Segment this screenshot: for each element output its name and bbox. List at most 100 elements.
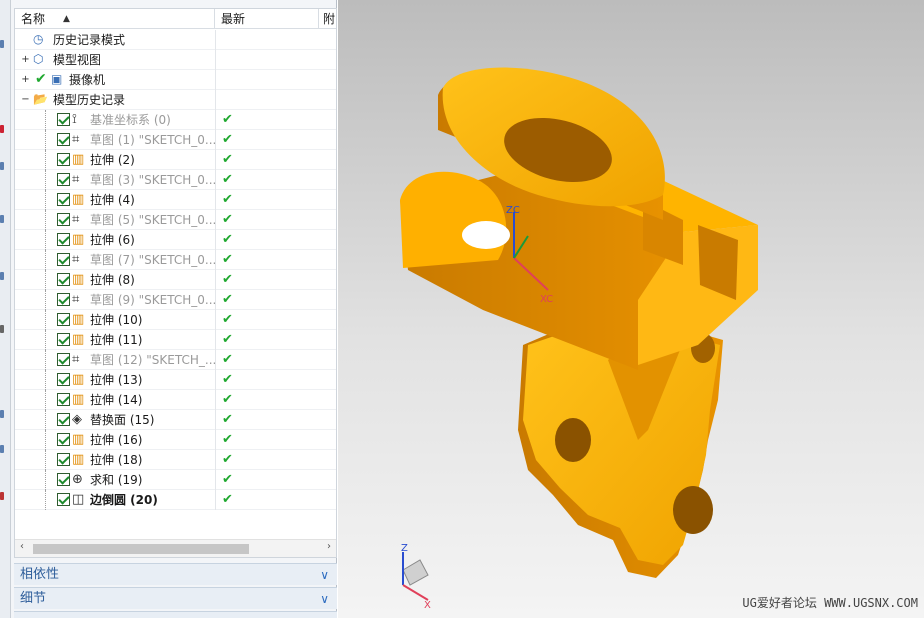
folder-open-icon: 📂 — [33, 92, 48, 106]
resource-tab-marker[interactable] — [0, 40, 4, 48]
clock-icon: ◷ — [33, 32, 44, 46]
column-divider — [215, 50, 216, 70]
sketch-icon: ⌗ — [72, 212, 80, 227]
resource-tab-marker[interactable] — [0, 410, 4, 418]
edge-blend-icon: ◫ — [72, 492, 85, 507]
forum-watermark: UG爱好者论坛 WWW.UGSNX.COM — [742, 596, 918, 610]
dependencies-panel-header[interactable]: 相依性 ∨ — [14, 563, 337, 585]
tree-node[interactable]: + ⬡ 模型视图 — [15, 50, 336, 70]
feature-visibility-checkbox[interactable] — [57, 373, 70, 386]
column-divider — [215, 430, 216, 450]
feature-visibility-checkbox[interactable] — [57, 493, 70, 506]
extrude-icon: ▥ — [72, 432, 85, 447]
sketch-icon: ⌗ — [72, 172, 80, 187]
feature-row[interactable]: ▥ 拉伸 (8) ✔ — [15, 270, 336, 290]
expand-icon[interactable]: + — [21, 55, 30, 65]
column-latest-header[interactable]: 最新 — [215, 9, 319, 29]
feature-visibility-checkbox[interactable] — [57, 293, 70, 306]
tree-node-label: 拉伸 (6) — [90, 233, 135, 247]
feature-row[interactable]: ⊕ 求和 (19) ✔ — [15, 470, 336, 490]
column-divider — [215, 270, 216, 290]
feature-row[interactable]: ⌗ 草图 (7) "SKETCH_0... ✔ — [15, 250, 336, 270]
up-to-date-check-icon: ✔ — [222, 112, 233, 127]
feature-row[interactable]: ⌗ 草图 (9) "SKETCH_0... ✔ — [15, 290, 336, 310]
up-to-date-check-icon: ✔ — [222, 312, 233, 327]
graphics-viewport[interactable]: ZC XC Z X UG爱好者论坛 WWW.UGSNX.COM — [338, 0, 924, 618]
feature-visibility-checkbox[interactable] — [57, 193, 70, 206]
resource-tab-marker[interactable] — [0, 325, 4, 333]
tree-node-label: 草图 (5) "SKETCH_0... — [90, 213, 217, 227]
feature-row[interactable]: ◫ 边倒圆 (20) ✔ — [15, 490, 336, 510]
up-to-date-check-icon: ✔ — [222, 492, 233, 507]
tree-node[interactable]: − 📂 模型历史记录 — [15, 90, 336, 110]
scroll-left-icon[interactable]: ‹ — [20, 541, 24, 552]
tree-node-label: 摄像机 — [69, 73, 106, 87]
up-to-date-check-icon: ✔ — [222, 412, 233, 427]
resource-tab-marker[interactable] — [0, 125, 4, 133]
feature-visibility-checkbox[interactable] — [57, 153, 70, 166]
feature-row[interactable]: ⌗ 草图 (12) "SKETCH_... ✔ — [15, 350, 336, 370]
visibility-check-icon[interactable]: ✔ — [35, 71, 47, 87]
feature-row[interactable]: ▥ 拉伸 (6) ✔ — [15, 230, 336, 250]
feature-row[interactable]: ⌗ 草图 (1) "SKETCH_0... ✔ — [15, 130, 336, 150]
preview-panel-header[interactable] — [14, 611, 337, 618]
column-name-header[interactable]: 名称 ▲ — [15, 9, 215, 29]
column-divider — [215, 350, 216, 370]
feature-row[interactable]: ▥ 拉伸 (2) ✔ — [15, 150, 336, 170]
tree-node[interactable]: + ✔ ▣ 摄像机 — [15, 70, 336, 90]
details-panel-header[interactable]: 细节 ∨ — [14, 587, 337, 609]
feature-visibility-checkbox[interactable] — [57, 253, 70, 266]
feature-row[interactable]: ▥ 拉伸 (18) ✔ — [15, 450, 336, 470]
column-divider — [215, 410, 216, 430]
feature-visibility-checkbox[interactable] — [57, 433, 70, 446]
feature-row[interactable]: ▥ 拉伸 (14) ✔ — [15, 390, 336, 410]
feature-visibility-checkbox[interactable] — [57, 353, 70, 366]
feature-row[interactable]: ▥ 拉伸 (16) ✔ — [15, 430, 336, 450]
xc-label: XC — [540, 294, 553, 305]
column-divider — [215, 250, 216, 270]
tree-connector — [45, 350, 46, 370]
resource-tab-marker[interactable] — [0, 445, 4, 453]
feature-visibility-checkbox[interactable] — [57, 333, 70, 346]
feature-row[interactable]: ⌗ 草图 (3) "SKETCH_0... ✔ — [15, 170, 336, 190]
horizontal-scrollbar[interactable]: ‹ › — [15, 539, 336, 557]
view-triad: Z X — [401, 543, 431, 611]
scroll-right-icon[interactable]: › — [327, 541, 331, 552]
tree-connector — [45, 110, 46, 130]
feature-visibility-checkbox[interactable] — [57, 273, 70, 286]
extrude-icon: ▥ — [72, 272, 85, 287]
feature-visibility-checkbox[interactable] — [57, 413, 70, 426]
expand-icon[interactable]: + — [21, 75, 30, 85]
feature-row[interactable]: ▥ 拉伸 (10) ✔ — [15, 310, 336, 330]
tree-node-label: 历史记录模式 — [53, 33, 126, 47]
resource-tab-marker[interactable] — [0, 215, 4, 223]
part-navigator: 名称 ▲ 最新 附 ◷ 历史记录模式 + ⬡ 模型视图 + ✔ ▣ 摄像机 − 📂 模型历史记录 ⟟ 基准坐… — [11, 0, 337, 618]
feature-visibility-checkbox[interactable] — [57, 213, 70, 226]
feature-visibility-checkbox[interactable] — [57, 113, 70, 126]
tree-node-label: 草图 (3) "SKETCH_0... — [90, 173, 217, 187]
feature-visibility-checkbox[interactable] — [57, 133, 70, 146]
resource-tab-marker[interactable] — [0, 162, 4, 170]
feature-row[interactable]: ◈ 替换面 (15) ✔ — [15, 410, 336, 430]
feature-row[interactable]: ▥ 拉伸 (4) ✔ — [15, 190, 336, 210]
zc-label: ZC — [506, 205, 520, 216]
chevron-down-icon: ∨ — [320, 568, 329, 582]
feature-visibility-checkbox[interactable] — [57, 393, 70, 406]
feature-row[interactable]: ▥ 拉伸 (11) ✔ — [15, 330, 336, 350]
tree-node-label: 模型历史记录 — [53, 93, 126, 107]
feature-visibility-checkbox[interactable] — [57, 233, 70, 246]
column-extra-header[interactable]: 附 — [320, 9, 336, 29]
feature-row[interactable]: ⌗ 草图 (5) "SKETCH_0... ✔ — [15, 210, 336, 230]
feature-row[interactable]: ▥ 拉伸 (13) ✔ — [15, 370, 336, 390]
collapse-icon[interactable]: − — [21, 95, 30, 105]
column-divider — [215, 70, 216, 90]
resource-tab-marker[interactable] — [0, 492, 4, 500]
feature-visibility-checkbox[interactable] — [57, 173, 70, 186]
resource-tab-marker[interactable] — [0, 272, 4, 280]
feature-visibility-checkbox[interactable] — [57, 453, 70, 466]
scrollbar-thumb[interactable] — [33, 544, 249, 554]
feature-visibility-checkbox[interactable] — [57, 473, 70, 486]
feature-row[interactable]: ⟟ 基准坐标系 (0) ✔ — [15, 110, 336, 130]
tree-node[interactable]: ◷ 历史记录模式 — [15, 30, 336, 50]
feature-visibility-checkbox[interactable] — [57, 313, 70, 326]
